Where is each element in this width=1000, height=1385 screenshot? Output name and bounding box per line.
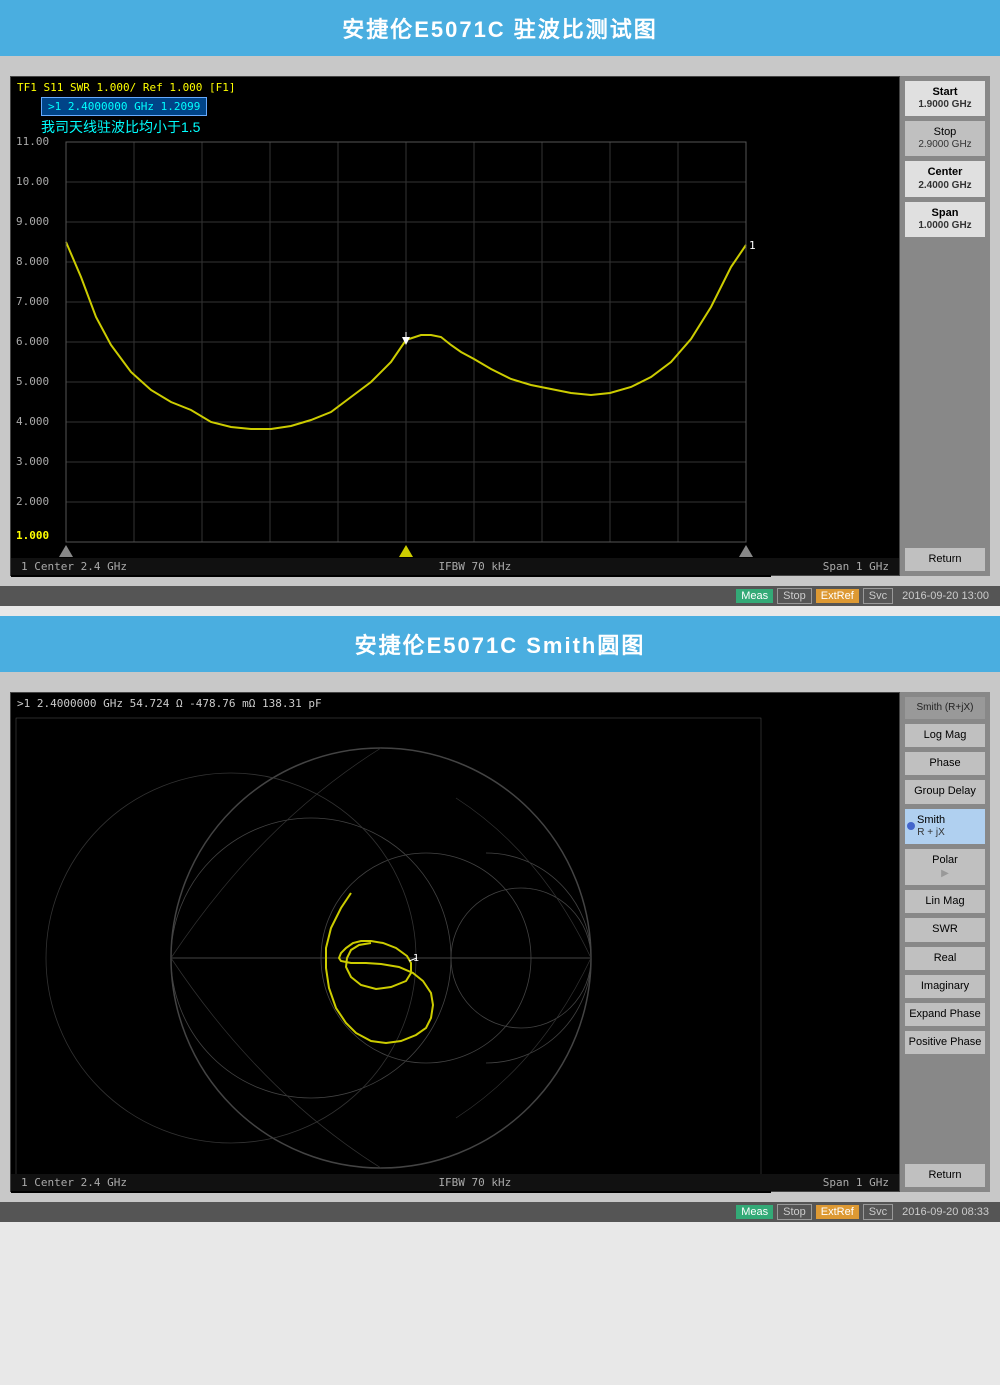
swr-return-btn[interactable]: Return bbox=[904, 547, 986, 572]
swr-stop-btn[interactable]: Stop 2.9000 GHz bbox=[904, 120, 986, 157]
span-sub: 1.0000 GHz bbox=[907, 220, 983, 232]
positive-phase-label: Positive Phase bbox=[907, 1036, 983, 1049]
swr-bottom-left: 1 Center 2.4 GHz bbox=[21, 560, 127, 573]
section2-header: 安捷伦E5071C Smith圆图 bbox=[0, 616, 1000, 672]
svg-text:2.000: 2.000 bbox=[16, 495, 49, 508]
s2-status-stop: Stop bbox=[777, 1204, 812, 1220]
span-label: Span bbox=[907, 207, 983, 220]
imaginary-label: Imaginary bbox=[907, 980, 983, 993]
smith-smith-btn[interactable]: Smith R + jX bbox=[904, 808, 986, 845]
smith-groupdelay-btn[interactable]: Group Delay bbox=[904, 779, 986, 804]
smith-chart-bottom: 1 Center 2.4 GHz IFBW 70 kHz Span 1 GHz bbox=[11, 1174, 899, 1191]
swr-chart-area: TF1 S11 SWR 1.000/ Ref 1.000 [F1] >1 2.4… bbox=[10, 76, 900, 576]
section2-sidebar: Smith (R+jX) Log Mag Phase Group Delay S… bbox=[900, 692, 990, 1192]
stop-sub: 2.9000 GHz bbox=[907, 139, 983, 151]
smith-chart-area: >1 2.4000000 GHz 54.724 Ω -478.76 mΩ 138… bbox=[10, 692, 900, 1192]
smith-return-label: Return bbox=[907, 1169, 983, 1182]
s2-status-time: 2016-09-20 08:33 bbox=[897, 1205, 994, 1219]
s2-status-svc: Svc bbox=[863, 1204, 893, 1220]
swr-bottom-center: IFBW 70 kHz bbox=[438, 560, 511, 573]
svg-text:9.000: 9.000 bbox=[16, 215, 49, 228]
smith-swr-btn[interactable]: SWR bbox=[904, 917, 986, 942]
section2-panel: >1 2.4000000 GHz 54.724 Ω -478.76 mΩ 138… bbox=[0, 672, 1000, 1202]
s2-status-extref: ExtRef bbox=[816, 1205, 859, 1219]
swr-bottom-right: Span 1 GHz bbox=[823, 560, 889, 573]
swr-chart-label: TF1 S11 SWR 1.000/ Ref 1.000 [F1] bbox=[17, 81, 236, 94]
polar-label: Polar bbox=[907, 854, 983, 867]
swr-span-btn[interactable]: Span 1.0000 GHz bbox=[904, 201, 986, 238]
svg-text:3.000: 3.000 bbox=[16, 455, 49, 468]
smith-return-btn[interactable]: Return bbox=[904, 1163, 986, 1188]
s1-status-extref: ExtRef bbox=[816, 589, 859, 603]
smith-header-btn: Smith (R+jX) bbox=[904, 696, 986, 720]
swr-label: SWR bbox=[907, 923, 983, 936]
center-label: Center bbox=[907, 166, 983, 179]
logmag-label: Log Mag bbox=[907, 729, 983, 742]
smith-bottom-center: IFBW 70 kHz bbox=[438, 1176, 511, 1189]
smith-real-btn[interactable]: Real bbox=[904, 946, 986, 971]
section-gap bbox=[0, 606, 1000, 616]
smith-phase-btn[interactable]: Phase bbox=[904, 751, 986, 776]
smith-bottom-right: Span 1 GHz bbox=[823, 1176, 889, 1189]
s1-status-stop: Stop bbox=[777, 588, 812, 604]
section1-header: 安捷伦E5071C 驻波比测试图 bbox=[0, 0, 1000, 56]
svg-text:1.000: 1.000 bbox=[16, 529, 49, 542]
smith-svg: 1 bbox=[11, 693, 771, 1193]
smith-chart-label: >1 2.4000000 GHz 54.724 Ω -478.76 mΩ 138… bbox=[17, 697, 322, 710]
svg-text:7.000: 7.000 bbox=[16, 295, 49, 308]
smith-logmag-btn[interactable]: Log Mag bbox=[904, 723, 986, 748]
section1-sidebar: Start 1.9000 GHz Stop 2.9000 GHz Center … bbox=[900, 76, 990, 576]
s1-status-svc: Svc bbox=[863, 588, 893, 604]
svg-text:5.000: 5.000 bbox=[16, 375, 49, 388]
svg-text:6.000: 6.000 bbox=[16, 335, 49, 348]
svg-text:1: 1 bbox=[749, 239, 756, 252]
section1-panel: TF1 S11 SWR 1.000/ Ref 1.000 [F1] >1 2.4… bbox=[0, 56, 1000, 586]
return-label: Return bbox=[907, 553, 983, 566]
smith-bottom-left: 1 Center 2.4 GHz bbox=[21, 1176, 127, 1189]
smith-imaginary-btn[interactable]: Imaginary bbox=[904, 974, 986, 999]
smith-polar-btn[interactable]: Polar ▶ bbox=[904, 848, 986, 886]
svg-text:10.00: 10.00 bbox=[16, 175, 49, 188]
section2-title: 安捷伦E5071C Smith圆图 bbox=[355, 633, 646, 658]
swr-start-btn[interactable]: Start 1.9000 GHz bbox=[904, 80, 986, 117]
start-sub: 1.9000 GHz bbox=[907, 99, 983, 111]
s2-status-meas: Meas bbox=[736, 1205, 773, 1219]
smith-linmag-btn[interactable]: Lin Mag bbox=[904, 889, 986, 914]
smith-positive-phase-btn[interactable]: Positive Phase bbox=[904, 1030, 986, 1055]
smith-expand-phase-btn[interactable]: Expand Phase bbox=[904, 1002, 986, 1027]
swr-marker-box: >1 2.4000000 GHz 1.2099 bbox=[41, 97, 207, 116]
swr-center-btn[interactable]: Center 2.4000 GHz bbox=[904, 160, 986, 197]
linmag-label: Lin Mag bbox=[907, 895, 983, 908]
section2-status-bar: Meas Stop ExtRef Svc 2016-09-20 08:33 bbox=[0, 1202, 1000, 1222]
section1-status-bar: Meas Stop ExtRef Svc 2016-09-20 13:00 bbox=[0, 586, 1000, 606]
swr-svg: 11.00 10.00 9.000 8.000 7.000 6.000 5.00… bbox=[11, 77, 771, 577]
section1-title: 安捷伦E5071C 驻波比测试图 bbox=[342, 17, 658, 42]
swr-chinese-label: 我司天线驻波比均小于1.5 bbox=[41, 117, 200, 137]
smith-label: Smith bbox=[917, 814, 945, 827]
swr-chart-bottom: 1 Center 2.4 GHz IFBW 70 kHz Span 1 GHz bbox=[11, 558, 899, 575]
s1-status-meas: Meas bbox=[736, 589, 773, 603]
center-sub: 2.4000 GHz bbox=[907, 180, 983, 192]
start-label: Start bbox=[907, 86, 983, 99]
phase-label: Phase bbox=[907, 757, 983, 770]
real-label: Real bbox=[907, 952, 983, 965]
s1-status-time: 2016-09-20 13:00 bbox=[897, 589, 994, 603]
svg-text:4.000: 4.000 bbox=[16, 415, 49, 428]
groupdelay-label: Group Delay bbox=[907, 785, 983, 798]
expand-phase-label: Expand Phase bbox=[907, 1008, 983, 1021]
stop-label: Stop bbox=[907, 126, 983, 139]
smith-sub: R + jX bbox=[917, 827, 945, 839]
smith-header-label: Smith (R+jX) bbox=[907, 702, 983, 714]
svg-text:8.000: 8.000 bbox=[16, 255, 49, 268]
